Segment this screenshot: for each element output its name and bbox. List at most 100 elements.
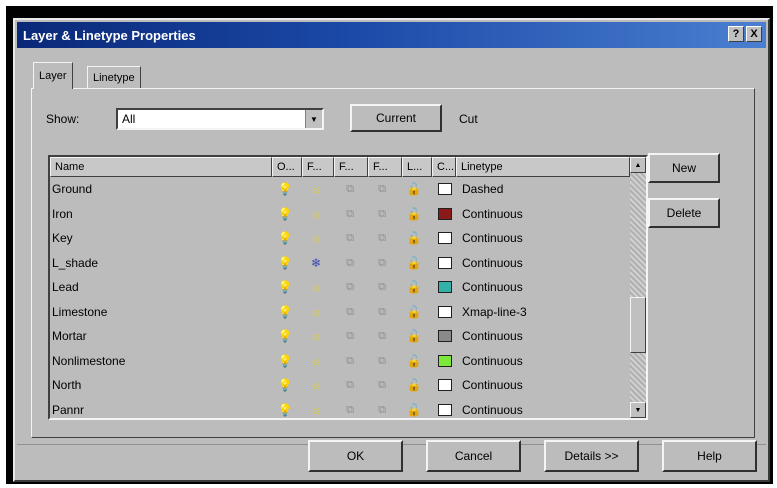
unlock-icon[interactable]: 🔓	[404, 398, 424, 419]
lightbulb-icon[interactable]: 💡	[275, 373, 295, 397]
sun-icon[interactable]: ☼	[306, 324, 326, 348]
new-viewport-freeze-icon[interactable]: ⧉	[372, 177, 392, 201]
cancel-button[interactable]: Cancel	[426, 440, 521, 472]
viewport-freeze-icon[interactable]: ⧉	[340, 177, 360, 201]
viewport-freeze-icon[interactable]: ⧉	[340, 324, 360, 348]
color-swatch[interactable]	[438, 403, 452, 416]
col-name[interactable]: Name	[50, 157, 272, 177]
color-swatch[interactable]	[438, 281, 452, 293]
viewport-freeze-icon[interactable]: ⧉	[340, 300, 360, 324]
color-swatch[interactable]	[438, 232, 452, 244]
tab-linetype[interactable]: Linetype	[87, 66, 141, 88]
new-viewport-freeze-icon[interactable]: ⧉	[372, 300, 392, 324]
viewport-freeze-icon[interactable]: ⧉	[340, 202, 360, 226]
details-button[interactable]: Details >>	[544, 440, 639, 472]
ok-button[interactable]: OK	[308, 440, 403, 472]
color-swatch[interactable]	[438, 354, 452, 367]
new-viewport-freeze-icon[interactable]: ⧉	[372, 324, 392, 348]
table-row[interactable]: Mortar 💡 ☼ ⧉ ⧉ 🔓 Continuous	[50, 324, 630, 349]
layer-linetype[interactable]: Continuous	[462, 226, 622, 250]
col-on[interactable]: O...	[272, 157, 302, 177]
new-viewport-freeze-icon[interactable]: ⧉	[372, 251, 392, 275]
lightbulb-icon[interactable]: 💡	[275, 177, 295, 201]
unlock-icon[interactable]: 🔓	[404, 275, 424, 299]
layer-linetype[interactable]: Continuous	[462, 373, 622, 397]
sun-icon[interactable]: ☼	[306, 202, 326, 226]
unlock-icon[interactable]: 🔓	[404, 226, 424, 250]
scroll-up-icon[interactable]: ▲	[630, 157, 646, 173]
snowflake-icon[interactable]: ❄	[306, 251, 326, 275]
table-row[interactable]: Pannr 💡 ☼ ⧉ ⧉ 🔓 Continuous	[50, 398, 630, 419]
lightbulb-icon[interactable]: 💡	[275, 202, 295, 226]
viewport-freeze-icon[interactable]: ⧉	[340, 349, 360, 373]
viewport-freeze-icon[interactable]: ⧉	[340, 398, 360, 419]
table-row[interactable]: Limestone 💡 ☼ ⧉ ⧉ 🔓 Xmap-line-3	[50, 300, 630, 325]
sun-icon[interactable]: ☼	[306, 398, 326, 419]
col-freeze-vp[interactable]: F...	[334, 157, 368, 177]
sun-icon[interactable]: ☼	[306, 226, 326, 250]
close-icon[interactable]: X	[746, 26, 762, 42]
new-viewport-freeze-icon[interactable]: ⧉	[372, 349, 392, 373]
show-select[interactable]: All ▼	[116, 108, 324, 130]
layer-linetype[interactable]: Dashed	[462, 177, 622, 201]
color-swatch[interactable]	[438, 379, 452, 391]
chevron-down-icon[interactable]: ▼	[305, 110, 322, 128]
help-icon[interactable]: ?	[728, 26, 744, 42]
lightbulb-icon[interactable]: 💡	[275, 300, 295, 324]
color-swatch[interactable]	[438, 183, 452, 195]
sun-icon[interactable]: ☼	[306, 300, 326, 324]
sun-icon[interactable]: ☼	[306, 275, 326, 299]
lightbulb-icon[interactable]: 💡	[275, 324, 295, 348]
unlock-icon[interactable]: 🔓	[404, 251, 424, 275]
color-swatch[interactable]	[438, 305, 452, 318]
viewport-freeze-icon[interactable]: ⧉	[340, 275, 360, 299]
color-swatch[interactable]	[438, 256, 452, 269]
help-button[interactable]: Help	[662, 440, 757, 472]
current-button[interactable]: Current	[350, 104, 442, 132]
col-freeze-new[interactable]: F...	[368, 157, 402, 177]
lightbulb-icon[interactable]: 💡	[275, 251, 295, 275]
layer-linetype[interactable]: Xmap-line-3	[462, 300, 622, 324]
layer-linetype[interactable]: Continuous	[462, 324, 622, 348]
new-viewport-freeze-icon[interactable]: ⧉	[372, 373, 392, 397]
delete-button[interactable]: Delete	[648, 198, 720, 228]
layer-linetype[interactable]: Continuous	[462, 349, 622, 373]
table-row[interactable]: Ground 💡 ☼ ⧉ ⧉ 🔓 Dashed	[50, 177, 630, 202]
sun-icon[interactable]: ☼	[306, 177, 326, 201]
tab-layer[interactable]: Layer	[33, 62, 73, 89]
new-viewport-freeze-icon[interactable]: ⧉	[372, 226, 392, 250]
table-row[interactable]: Iron 💡 ☼ ⧉ ⧉ 🔓 Continuous	[50, 202, 630, 227]
table-row[interactable]: L_shade 💡 ❄ ⧉ ⧉ 🔓 Continuous	[50, 251, 630, 276]
lightbulb-icon[interactable]: 💡	[275, 226, 295, 250]
viewport-freeze-icon[interactable]: ⧉	[340, 373, 360, 397]
new-button[interactable]: New	[648, 153, 720, 183]
color-swatch[interactable]	[438, 207, 452, 220]
layer-linetype[interactable]: Continuous	[462, 251, 622, 275]
layer-linetype[interactable]: Continuous	[462, 275, 622, 299]
scroll-thumb[interactable]	[630, 297, 646, 353]
sun-icon[interactable]: ☼	[306, 373, 326, 397]
unlock-icon[interactable]: 🔓	[404, 177, 424, 201]
table-row[interactable]: North 💡 ☼ ⧉ ⧉ 🔓 Continuous	[50, 373, 630, 398]
lightbulb-icon[interactable]: 💡	[275, 349, 295, 373]
col-lock[interactable]: L...	[402, 157, 432, 177]
col-linetype[interactable]: Linetype	[456, 157, 630, 177]
col-color[interactable]: C...	[432, 157, 456, 177]
list-scrollbar[interactable]: ▲ ▼	[630, 157, 646, 418]
lightbulb-icon[interactable]: 💡	[275, 275, 295, 299]
lightbulb-icon[interactable]: 💡	[275, 398, 295, 419]
unlock-icon[interactable]: 🔓	[404, 373, 424, 397]
table-row[interactable]: Lead 💡 ☼ ⧉ ⧉ 🔓 Continuous	[50, 275, 630, 300]
sun-icon[interactable]: ☼	[306, 349, 326, 373]
unlock-icon[interactable]: 🔓	[404, 202, 424, 226]
unlock-icon[interactable]: 🔓	[404, 324, 424, 348]
new-viewport-freeze-icon[interactable]: ⧉	[372, 202, 392, 226]
table-row[interactable]: Nonlimestone 💡 ☼ ⧉ ⧉ 🔓 Continuous	[50, 349, 630, 374]
viewport-freeze-icon[interactable]: ⧉	[340, 226, 360, 250]
col-freeze[interactable]: F...	[302, 157, 334, 177]
table-row[interactable]: Key 💡 ☼ ⧉ ⧉ 🔓 Continuous	[50, 226, 630, 251]
new-viewport-freeze-icon[interactable]: ⧉	[372, 398, 392, 419]
layer-linetype[interactable]: Continuous	[462, 202, 622, 226]
layer-linetype[interactable]: Continuous	[462, 398, 622, 419]
color-swatch[interactable]	[438, 330, 452, 342]
